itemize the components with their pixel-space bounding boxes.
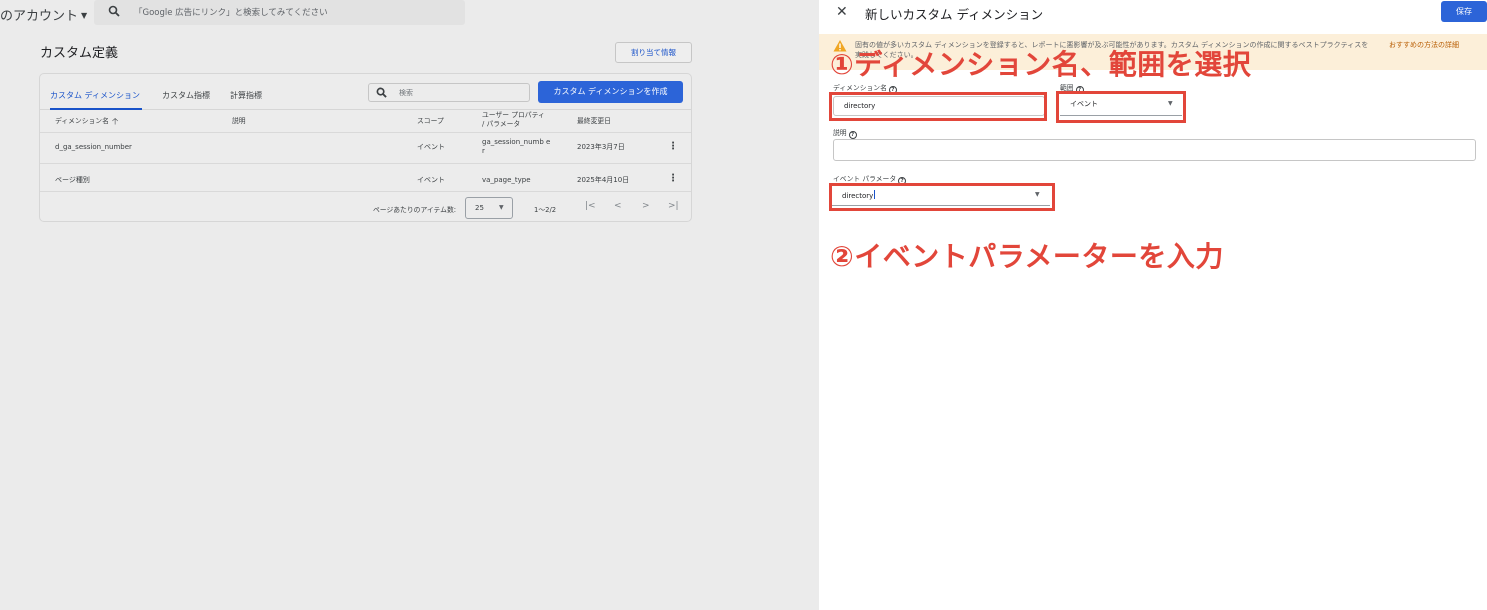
row-scope: イベント <box>417 176 445 184</box>
prev-page-icon[interactable]: < <box>614 201 622 211</box>
description-label: 説明? <box>833 127 857 139</box>
items-per-page-select[interactable]: 25 ▼ <box>465 197 513 219</box>
row-scope: イベント <box>417 143 445 151</box>
annotation-step2: ②イベントパラメーターを入力 <box>830 240 1224 273</box>
tab-custom-dimensions[interactable]: カスタム ディメンション <box>50 90 140 101</box>
annotation-box-event-param <box>829 183 1055 211</box>
account-label: のアカウント <box>0 9 79 24</box>
assign-info-button[interactable]: 割り当て情報 <box>615 42 692 63</box>
row-param: va_page_type <box>482 176 531 184</box>
row-modified: 2023年3月7日 <box>577 143 625 151</box>
column-header-scope: スコープ <box>417 117 444 125</box>
annotation-step1: ①ディメンション名、範囲を選択 <box>830 48 1252 81</box>
tab-custom-metrics[interactable]: カスタム指標 <box>162 90 210 101</box>
background-page: のアカウント ▼ 「Google 広告にリンク」と検索してみてください カスタム定… <box>0 0 819 610</box>
annotation-box-scope <box>1056 91 1186 123</box>
panel-title: 新しいカスタム ディメンション <box>865 7 1044 22</box>
caret-down-icon: ▼ <box>81 11 88 20</box>
active-tab-indicator <box>50 108 142 110</box>
pagination-range: 1～2/2 <box>534 206 557 214</box>
annotation-box-dimension-name <box>829 92 1047 121</box>
global-search-placeholder: 「Google 広告にリンク」と検索してみてください <box>134 8 328 18</box>
help-icon[interactable]: ? <box>848 131 857 139</box>
definitions-card: カスタム ディメンション カスタム指標 計算指標 検索 カスタム ディメンション… <box>39 73 692 222</box>
column-header-name[interactable]: ディメンション名 🡡 <box>55 117 118 127</box>
column-header-description: 説明 <box>232 117 246 125</box>
table-search-input[interactable]: 検索 <box>368 83 530 102</box>
first-page-icon[interactable]: |< <box>585 201 596 211</box>
search-icon <box>376 87 387 98</box>
row-name: d_ga_session_number <box>55 143 132 151</box>
page-title: カスタム定義 <box>40 46 119 61</box>
dimension-name-label-text: ディメンション名 <box>833 84 887 92</box>
event-param-label-text: イベント パラメータ <box>833 175 897 183</box>
last-page-icon[interactable]: >| <box>668 201 679 211</box>
close-icon[interactable]: ✕ <box>836 4 848 20</box>
description-input[interactable] <box>833 139 1476 161</box>
column-header-modified: 最終変更日 <box>577 117 611 125</box>
more-vert-icon[interactable]: ⋮ <box>668 174 678 184</box>
row-divider <box>40 191 691 192</box>
items-per-page-label: ページあたりのアイテム数: <box>373 206 457 214</box>
row-modified: 2025年4月10日 <box>577 176 630 184</box>
top-bar: のアカウント ▼ 「Google 広告にリンク」と検索してみてください <box>0 0 819 30</box>
account-selector[interactable]: のアカウント ▼ <box>0 5 87 24</box>
items-per-page-value: 25 <box>475 204 484 212</box>
column-header-param: ユーザー プロパティ / パラメータ <box>482 111 545 128</box>
row-divider <box>40 163 691 164</box>
row-divider <box>40 132 691 133</box>
description-label-text: 説明 <box>833 129 847 137</box>
more-vert-icon[interactable]: ⋮ <box>668 142 678 152</box>
tab-calculated-metrics[interactable]: 計算指標 <box>230 90 262 101</box>
row-param: ga_session_numb er <box>482 138 551 155</box>
best-practices-link[interactable]: おすすめの方法の詳細 <box>1389 40 1459 50</box>
column-header-name-label: ディメンション名 <box>55 117 109 125</box>
next-page-icon[interactable]: > <box>642 201 650 211</box>
search-icon <box>108 5 120 17</box>
global-search[interactable]: 「Google 広告にリンク」と検索してみてください <box>94 0 465 25</box>
create-dimension-button[interactable]: カスタム ディメンションを作成 <box>538 81 683 103</box>
table-search-placeholder: 検索 <box>399 89 413 97</box>
sort-arrow-up-icon: 🡡 <box>111 117 119 127</box>
row-name: ページ種別 <box>55 176 90 184</box>
new-dimension-panel: ✕ 新しいカスタム ディメンション 保存 固有の値が多いカスタム ディメンション… <box>819 0 1487 610</box>
dropdown-arrow-icon: ▼ <box>499 204 504 211</box>
save-button[interactable]: 保存 <box>1441 1 1487 22</box>
